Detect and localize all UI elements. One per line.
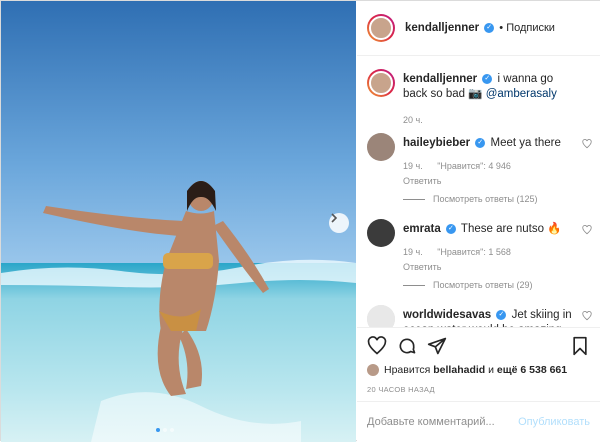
- verified-badge-icon: ✓: [475, 137, 486, 148]
- post-photo[interactable]: [1, 1, 356, 442]
- verified-badge-icon: ✓: [496, 309, 507, 320]
- view-replies-button[interactable]: Посмотреть ответы (29): [403, 280, 533, 290]
- comments-list[interactable]: kendalljenner ✓ i wanna go back so bad 📷…: [357, 57, 600, 327]
- likes-conjunction: и: [488, 364, 494, 376]
- verified-badge-icon: ✓: [482, 73, 493, 84]
- publish-button[interactable]: Опубликовать: [518, 416, 590, 428]
- like-comment-heart-icon[interactable]: [582, 225, 592, 235]
- carousel-indicator: [156, 428, 174, 432]
- post-sidebar: kendalljenner ✓ • Подписки kendalljenner…: [357, 1, 600, 442]
- comment-text: These are nutso 🔥: [460, 223, 562, 235]
- carousel-dot: [156, 428, 160, 432]
- post-header: kendalljenner ✓ • Подписки: [357, 1, 600, 56]
- comment-avatar[interactable]: [367, 305, 395, 327]
- caption-mention[interactable]: @amberasaly: [486, 88, 557, 100]
- chevron-right-icon: [331, 213, 338, 223]
- reply-button[interactable]: Ответить: [403, 174, 573, 189]
- action-bar: [357, 327, 600, 367]
- likes-summary: Нравится bellahadid и ещё 6 538 661: [367, 364, 567, 376]
- author-avatar[interactable]: [367, 14, 395, 42]
- author-username[interactable]: kendalljenner: [405, 22, 479, 34]
- comment-bubble-icon[interactable]: [397, 336, 417, 356]
- verified-badge-icon: ✓: [445, 223, 456, 234]
- comment-avatar[interactable]: [367, 133, 395, 161]
- comment-text: Meet ya there: [490, 137, 561, 149]
- reply-button[interactable]: Ответить: [403, 260, 573, 275]
- instagram-post: kendalljenner ✓ • Подписки kendalljenner…: [0, 0, 600, 442]
- bookmark-icon[interactable]: [571, 336, 589, 356]
- share-paper-plane-icon[interactable]: [427, 336, 447, 356]
- comment-likes[interactable]: "Нравится": 1 568: [437, 247, 511, 257]
- carousel-dot: [163, 428, 167, 432]
- comment-likes[interactable]: "Нравится": 4 946: [437, 161, 511, 171]
- comment-username[interactable]: haileybieber: [403, 137, 470, 149]
- liker-avatar[interactable]: [367, 364, 379, 376]
- comment-time[interactable]: 19 ч.: [403, 247, 423, 257]
- comment-username[interactable]: emrata: [403, 223, 441, 235]
- verified-badge-icon: ✓: [484, 23, 495, 34]
- post-timestamp[interactable]: 20 ЧАСОВ НАЗАД: [367, 385, 435, 394]
- like-comment-heart-icon[interactable]: [582, 311, 592, 321]
- like-heart-icon[interactable]: [367, 336, 387, 356]
- likes-count-link[interactable]: ещё 6 538 661: [497, 364, 567, 376]
- caption-username[interactable]: kendalljenner: [403, 73, 477, 85]
- comment-avatar[interactable]: [367, 219, 395, 247]
- caption-time[interactable]: 20 ч.: [403, 115, 423, 125]
- following-button[interactable]: Подписки: [506, 22, 555, 34]
- carousel-dot: [170, 428, 174, 432]
- comment-input[interactable]: [367, 416, 519, 428]
- comment-username[interactable]: worldwidesavas: [403, 309, 491, 321]
- header-separator: •: [499, 22, 504, 34]
- comment-time[interactable]: 19 ч.: [403, 161, 423, 171]
- beach-photo: [1, 1, 356, 442]
- liker-username[interactable]: bellahadid: [433, 364, 485, 376]
- caption-body: kendalljenner ✓ i wanna go back so bad 📷…: [403, 72, 573, 128]
- header-text: kendalljenner ✓ • Подписки: [405, 22, 555, 34]
- caption-avatar[interactable]: [367, 69, 395, 97]
- likes-prefix: Нравится: [384, 364, 431, 376]
- like-comment-heart-icon[interactable]: [582, 139, 592, 149]
- view-replies-button[interactable]: Посмотреть ответы (125): [403, 194, 538, 204]
- next-slide-button[interactable]: [329, 213, 349, 233]
- add-comment-bar: Опубликовать: [357, 401, 600, 442]
